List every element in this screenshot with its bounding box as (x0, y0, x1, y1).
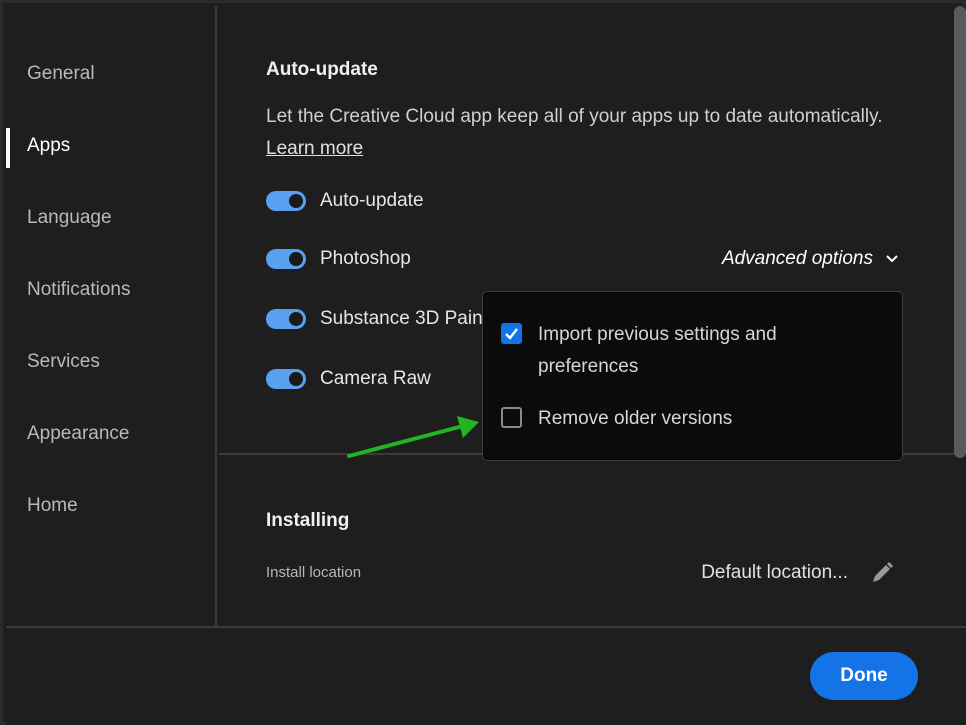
pencil-icon[interactable] (870, 561, 894, 585)
scrollbar-thumb[interactable] (954, 6, 966, 458)
install-location-value: Default location... (701, 562, 848, 583)
import-settings-option[interactable]: Import previous settings and preferences (501, 319, 868, 383)
toggle-knob (289, 312, 303, 326)
camera-raw-toggle[interactable] (266, 369, 306, 389)
done-button[interactable]: Done (810, 652, 918, 700)
scrollbar[interactable] (954, 6, 966, 626)
checkmark-icon (505, 328, 518, 340)
sidebar-item-apps[interactable]: Apps (6, 126, 217, 168)
advanced-options-button[interactable]: Advanced options (722, 248, 899, 270)
chevron-down-icon (886, 255, 898, 263)
sidebar-item-general[interactable]: General (6, 54, 217, 94)
description-text: Let the Creative Cloud app keep all of y… (266, 106, 883, 127)
footer: Done (6, 626, 966, 725)
toggle-row-camera-raw: Camera Raw (266, 364, 431, 394)
learn-more-link[interactable]: Learn more (266, 138, 363, 159)
toggle-row-auto-update: Auto-update (266, 186, 424, 216)
toggle-knob (289, 252, 303, 266)
import-settings-checkbox[interactable] (501, 323, 522, 344)
sidebar-item-language[interactable]: Language (6, 198, 217, 238)
import-settings-label: Import previous settings and preferences (538, 324, 777, 377)
green-arrow (347, 416, 479, 458)
sidebar-item-appearance[interactable]: Appearance (6, 414, 217, 454)
toggle-label: Camera Raw (320, 368, 431, 389)
sidebar: General Apps Language Notifications Serv… (6, 6, 217, 626)
toggle-row-photoshop: Photoshop (266, 244, 411, 274)
substance-toggle[interactable] (266, 309, 306, 329)
auto-update-description: Let the Creative Cloud app keep all of y… (266, 101, 926, 165)
toggle-label: Auto-update (320, 190, 424, 211)
remove-older-option[interactable]: Remove older versions (501, 403, 868, 435)
advanced-options-popup: Import previous settings and preferences… (482, 291, 903, 461)
toggle-label: Substance 3D Paint (320, 308, 488, 329)
installing-title: Installing (266, 510, 350, 531)
auto-update-toggle[interactable] (266, 191, 306, 211)
install-location-label: Install location (266, 564, 362, 581)
remove-older-checkbox[interactable] (501, 407, 522, 428)
advanced-options-label: Advanced options (721, 248, 873, 269)
toggle-knob (289, 372, 303, 386)
toggle-label: Photoshop (320, 248, 411, 269)
sidebar-item-services[interactable]: Services (6, 342, 217, 382)
toggle-row-substance: Substance 3D Paint (266, 304, 488, 334)
photoshop-toggle[interactable] (266, 249, 306, 269)
sidebar-item-home[interactable]: Home (6, 486, 217, 526)
toggle-knob (289, 194, 303, 208)
auto-update-title: Auto-update (266, 59, 378, 80)
sidebar-item-notifications[interactable]: Notifications (6, 270, 217, 310)
remove-older-label: Remove older versions (538, 408, 733, 429)
install-location: Default location... (701, 561, 894, 585)
